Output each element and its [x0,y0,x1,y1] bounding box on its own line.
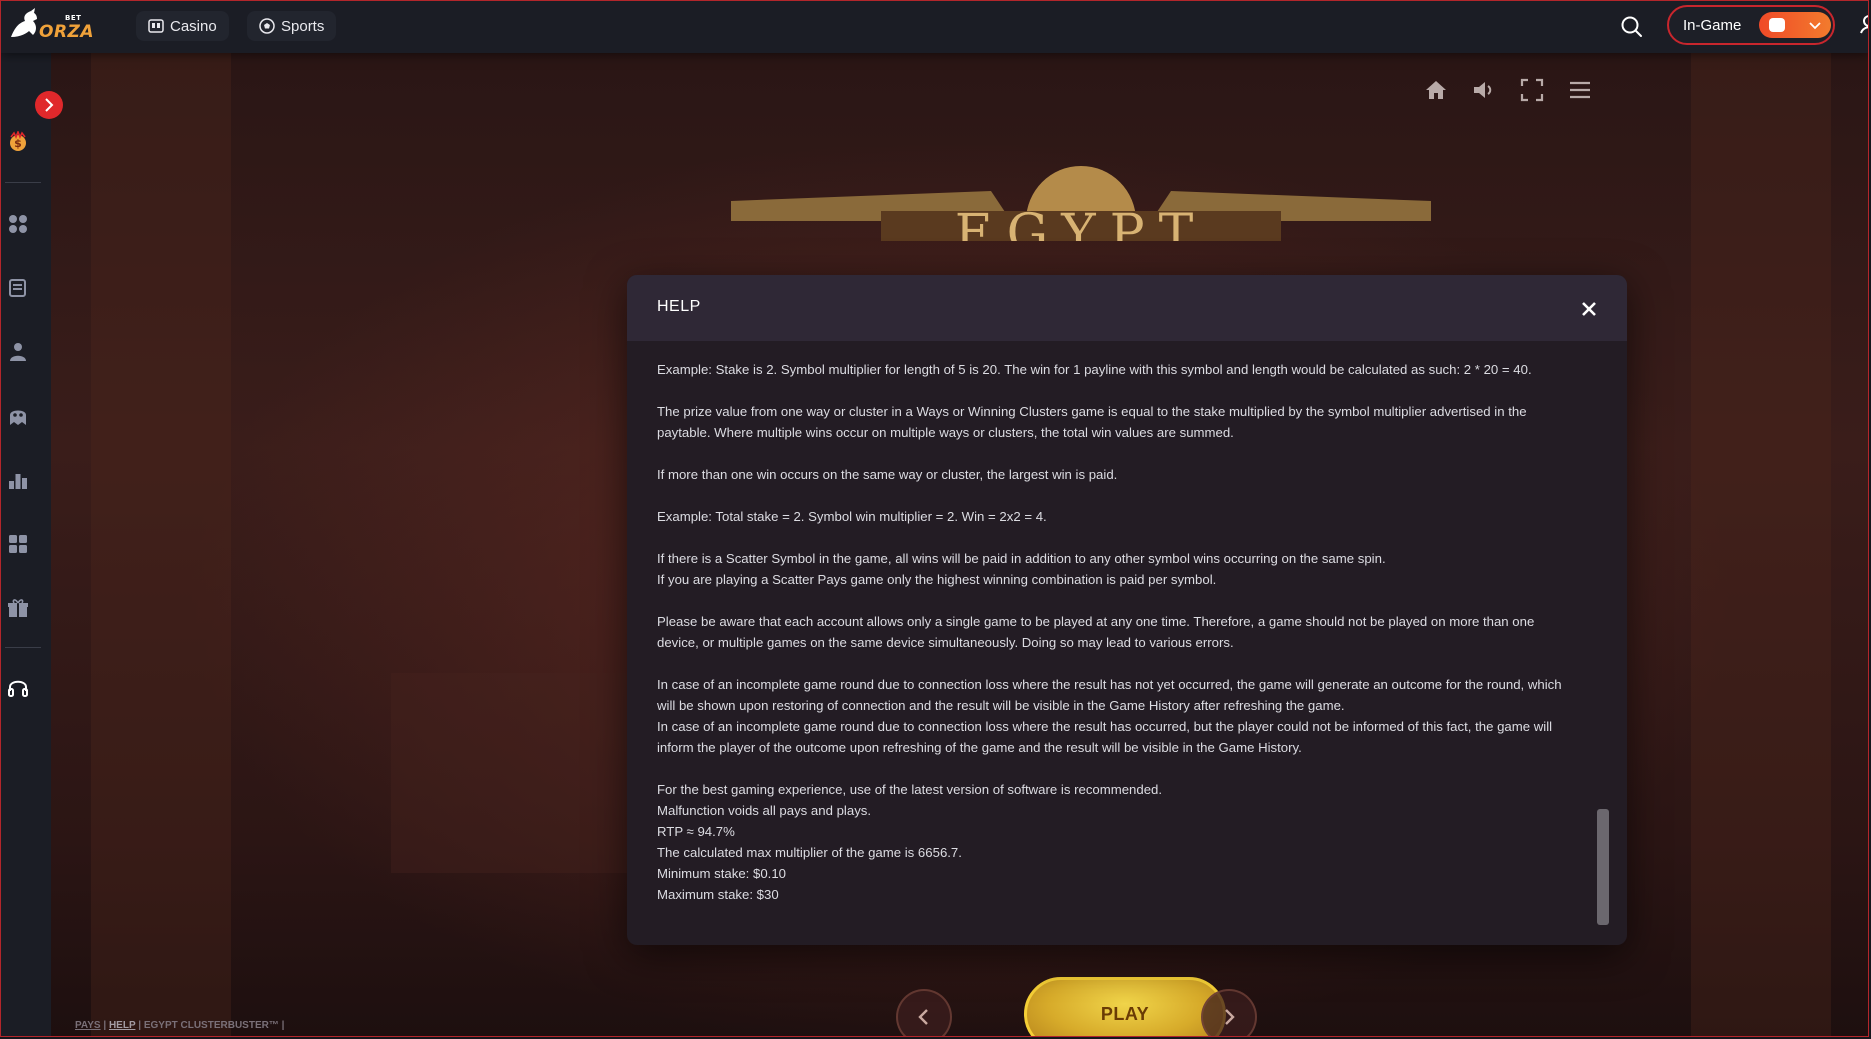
ghost-icon[interactable] [7,405,29,427]
sidebar-divider [5,182,41,183]
help-summary: For the best gaming experience, use of t… [657,779,1577,905]
search-button[interactable] [1619,14,1645,40]
help-line-rtp: RTP ≈ 94.7% [657,824,735,839]
help-paragraph: Example: Stake is 2. Symbol multiplier f… [657,362,1532,377]
help-line-max-multiplier: The calculated max multiplier of the gam… [657,845,962,860]
game-viewport[interactable]: EGYPT HELP Example: Stake is 2. Symbol m… [51,53,1868,1036]
support-headset-icon[interactable] [7,677,29,699]
help-dialog-title: HELP [657,298,701,315]
person-icon[interactable] [7,341,29,363]
footer-separator: | [281,1020,285,1031]
nav-sports-label: Sports [281,17,325,35]
grid-icon[interactable] [7,213,29,235]
nav-casino[interactable]: Casino [136,11,229,41]
help-line-min-stake: Minimum stake: $0.10 [657,866,786,881]
play-button[interactable]: PLAY [1024,977,1226,1036]
help-scrollbar[interactable] [1597,809,1609,925]
background-pillar [1691,53,1831,1036]
close-icon[interactable] [1577,297,1601,321]
gift-icon[interactable] [7,597,29,619]
soccer-ball-icon [259,18,275,34]
help-paragraph: If more than one win occurs on the same … [657,467,1118,482]
search-icon [1621,16,1642,37]
bonus-coin-icon[interactable]: $ [7,131,29,153]
egypt-title-banner: EGYPT [731,166,1431,241]
home-icon[interactable] [1423,77,1449,103]
help-paragraph: The prize value from one way or cluster … [657,404,1527,440]
pays-link[interactable]: PAYS [75,1020,101,1031]
in-game-toggle[interactable] [1759,12,1831,38]
in-game-toggle-group[interactable]: In-Game [1667,5,1835,45]
profile-icon[interactable] [1859,13,1869,35]
toggle-knob [1769,18,1785,32]
top-bar: BET ORZA Casino Sports In-Game [1,1,1868,53]
in-game-label: In-Game [1683,17,1742,34]
sidebar-divider [5,647,41,648]
news-icon[interactable] [7,277,29,299]
leaderboard-icon[interactable] [7,469,29,491]
nav-casino-label: Casino [170,17,217,35]
footer-separator: | [103,1020,107,1031]
nav-sports[interactable]: Sports [247,11,337,41]
help-paragraph: In case of an incomplete game round due … [657,677,1562,755]
previous-button[interactable] [896,989,952,1036]
menu-icon[interactable] [1567,77,1593,103]
next-button[interactable] [1201,989,1257,1036]
banner-title: EGYPT [955,204,1208,241]
apps-icon[interactable] [7,533,29,555]
help-dialog-header: HELP [627,275,1627,341]
left-sidebar: $ [1,53,51,1036]
casino-icon [148,19,164,33]
fullscreen-icon[interactable] [1519,77,1545,103]
game-footer-links: PAYS | HELP | EGYPT CLUSTERBUSTER™ | [75,1020,284,1031]
help-line: Malfunction voids all pays and plays. [657,803,872,818]
game-name: EGYPT CLUSTERBUSTER™ [143,1020,279,1031]
help-line-max-stake: Maximum stake: $30 [657,887,779,902]
svg-text:$: $ [14,137,22,150]
background-pillar [91,53,231,1036]
help-link[interactable]: HELP [109,1020,136,1031]
help-paragraph: Please be aware that each account allows… [657,614,1535,650]
app-frame: BET ORZA Casino Sports In-Game $ EGYPT H… [0,0,1869,1037]
help-line: For the best gaming experience, use of t… [657,782,1163,797]
brand-name-text: ORZA [39,22,95,42]
chevron-down-icon[interactable] [1807,17,1823,33]
brand-bet-text: BET [65,14,82,22]
footer-separator: | [138,1020,142,1031]
chevron-right-icon [45,98,54,112]
help-dialog-content[interactable]: Example: Stake is 2. Symbol multiplier f… [657,359,1577,905]
brand-logo[interactable]: BET ORZA [7,7,94,43]
sound-icon[interactable] [1471,77,1497,103]
sidebar-toggle-button[interactable] [35,91,63,119]
chevron-left-icon [918,1009,928,1025]
help-dialog: HELP Example: Stake is 2. Symbol multipl… [627,275,1627,945]
chevron-right-icon [1225,1009,1235,1025]
help-paragraph: Example: Total stake = 2. Symbol win mul… [657,509,1047,524]
help-paragraph: If there is a Scatter Symbol in the game… [657,551,1386,587]
